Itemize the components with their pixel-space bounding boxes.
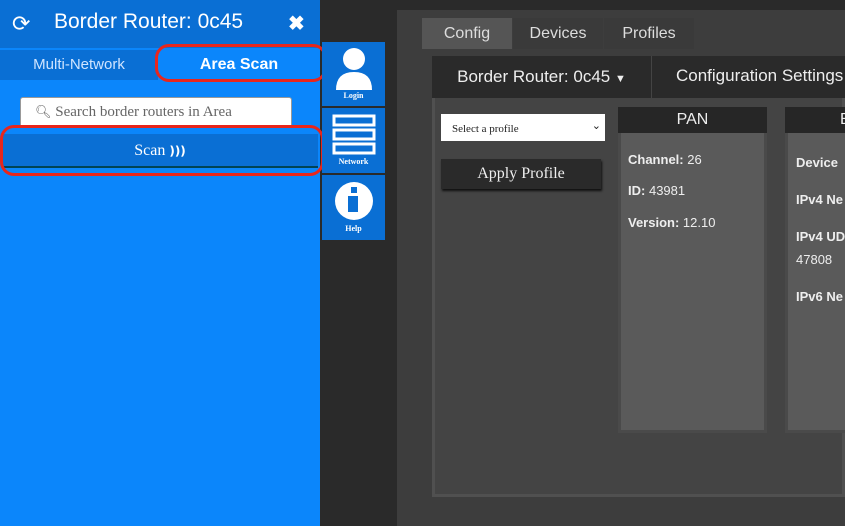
- chevron-down-icon: ⌄: [591, 119, 601, 132]
- sidebar-header: ⟳ Border Router: 0c45 ✖: [0, 0, 320, 48]
- info-icon: [334, 182, 373, 220]
- card2-row: IPv4 Ne: [796, 192, 843, 207]
- search-input[interactable]: 🔍︎ Search border routers in Area: [20, 97, 292, 128]
- section-title: Configuration Settings: [676, 66, 844, 85]
- router-dropdown[interactable]: Border Router: 0c45 ▼: [432, 56, 652, 98]
- sidebar-title: Border Router: 0c45: [54, 10, 244, 33]
- card2-row: IPv4 UD: [796, 229, 845, 244]
- caret-down-icon: ▼: [614, 73, 626, 85]
- card2-row: IPv6 Ne: [796, 289, 843, 304]
- tab-multi-network[interactable]: Multi-Network: [0, 50, 158, 80]
- card2-row: 47808: [796, 252, 833, 267]
- pan-channel: Channel: 26: [628, 152, 702, 167]
- nav-login[interactable]: Login: [322, 42, 385, 106]
- nav-help[interactable]: Help: [322, 175, 385, 240]
- highlight-area-scan: [155, 44, 327, 82]
- nav-label: Help: [345, 224, 362, 233]
- server-icon: [332, 114, 375, 155]
- refresh-icon[interactable]: ⟳: [12, 11, 30, 37]
- pan-title: PAN: [618, 107, 767, 133]
- tab-devices[interactable]: Devices: [513, 18, 603, 49]
- pan-id: ID: 43981: [628, 183, 686, 198]
- close-icon[interactable]: ✖: [288, 11, 305, 36]
- search-placeholder: Search border routers in Area: [55, 104, 232, 120]
- nav-label: Login: [343, 91, 364, 100]
- pan-version: Version: 12.10: [628, 215, 716, 230]
- apply-profile-button[interactable]: Apply Profile: [441, 159, 601, 189]
- card2-row: Device: [796, 155, 838, 170]
- search-icon: 🔍︎: [35, 105, 52, 120]
- tab-profiles[interactable]: Profiles: [604, 18, 694, 49]
- tab-config[interactable]: Config: [422, 18, 512, 49]
- nav-network[interactable]: Network: [322, 108, 385, 173]
- highlight-scan: [0, 125, 324, 176]
- nav-label: Network: [338, 157, 369, 166]
- second-card-title: B: [785, 107, 845, 133]
- router-select-label: Border Router: 0c45: [457, 67, 611, 86]
- profile-select-value: Select a profile: [452, 123, 519, 135]
- profile-select[interactable]: Select a profile ⌄: [441, 114, 605, 141]
- config-header: Border Router: 0c45 ▼ Configuration Sett…: [432, 56, 845, 98]
- user-icon: [335, 48, 372, 90]
